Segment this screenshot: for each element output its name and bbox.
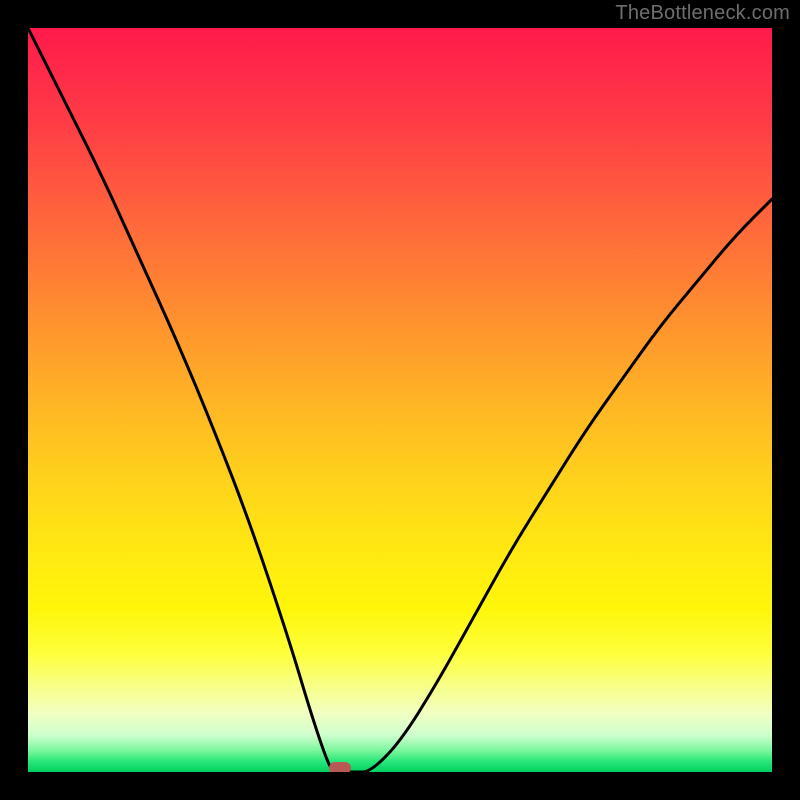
watermark-text: TheBottleneck.com [615,2,790,25]
curve-svg [28,28,772,772]
optimal-point-marker [329,762,351,772]
plot-area [28,28,772,772]
outer-frame: TheBottleneck.com [0,0,800,800]
bottleneck-curve [28,28,772,772]
